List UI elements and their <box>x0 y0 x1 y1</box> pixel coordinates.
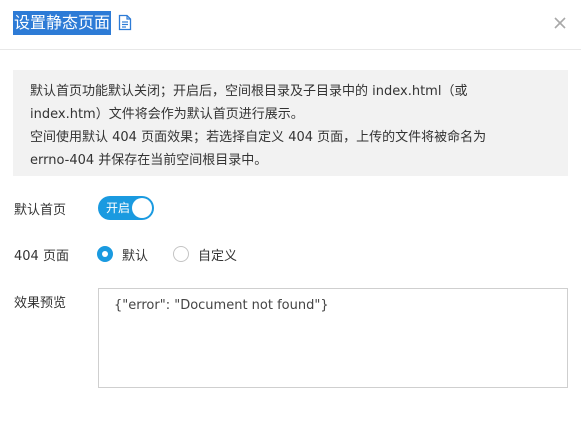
default-index-toggle[interactable]: 开启 <box>98 196 154 220</box>
dialog-header: 设置静态页面 <box>0 0 581 50</box>
radio-custom[interactable] <box>173 246 189 262</box>
static-page-dialog: 设置静态页面 默认首页功能默认关闭；开启后，空间根目录及子目录中的 index.… <box>0 0 581 431</box>
notice-line: 默认首页功能默认关闭；开启后，空间根目录及子目录中的 index.html（或 <box>30 84 468 99</box>
notice-box: 默认首页功能默认关闭；开启后，空间根目录及子目录中的 index.html（或 … <box>13 70 568 176</box>
dialog-title: 设置静态页面 <box>13 11 112 35</box>
radio-default-label[interactable]: 默认 <box>122 245 148 264</box>
toggle-state-text: 开启 <box>106 201 131 215</box>
radio-custom-label[interactable]: 自定义 <box>198 245 237 264</box>
document-icon[interactable] <box>118 14 132 31</box>
preview-content-box: {"error": "Document not found"} <box>98 288 568 388</box>
preview-label: 效果预览 <box>14 296 67 311</box>
default-index-label: 默认首页 <box>14 203 67 218</box>
toggle-knob <box>132 198 152 218</box>
notice-line: errno-404 并保存在当前空间根目录中。 <box>30 153 268 168</box>
close-icon[interactable] <box>551 14 569 32</box>
notice-line: index.htm）文件将会作为默认首页进行展示。 <box>30 107 304 122</box>
radio-default[interactable] <box>97 246 113 262</box>
notice-line: 空间使用默认 404 页面效果；若选择自定义 404 页面，上传的文件将被命名为 <box>30 130 487 145</box>
page-404-label: 404 页面 <box>14 249 69 264</box>
